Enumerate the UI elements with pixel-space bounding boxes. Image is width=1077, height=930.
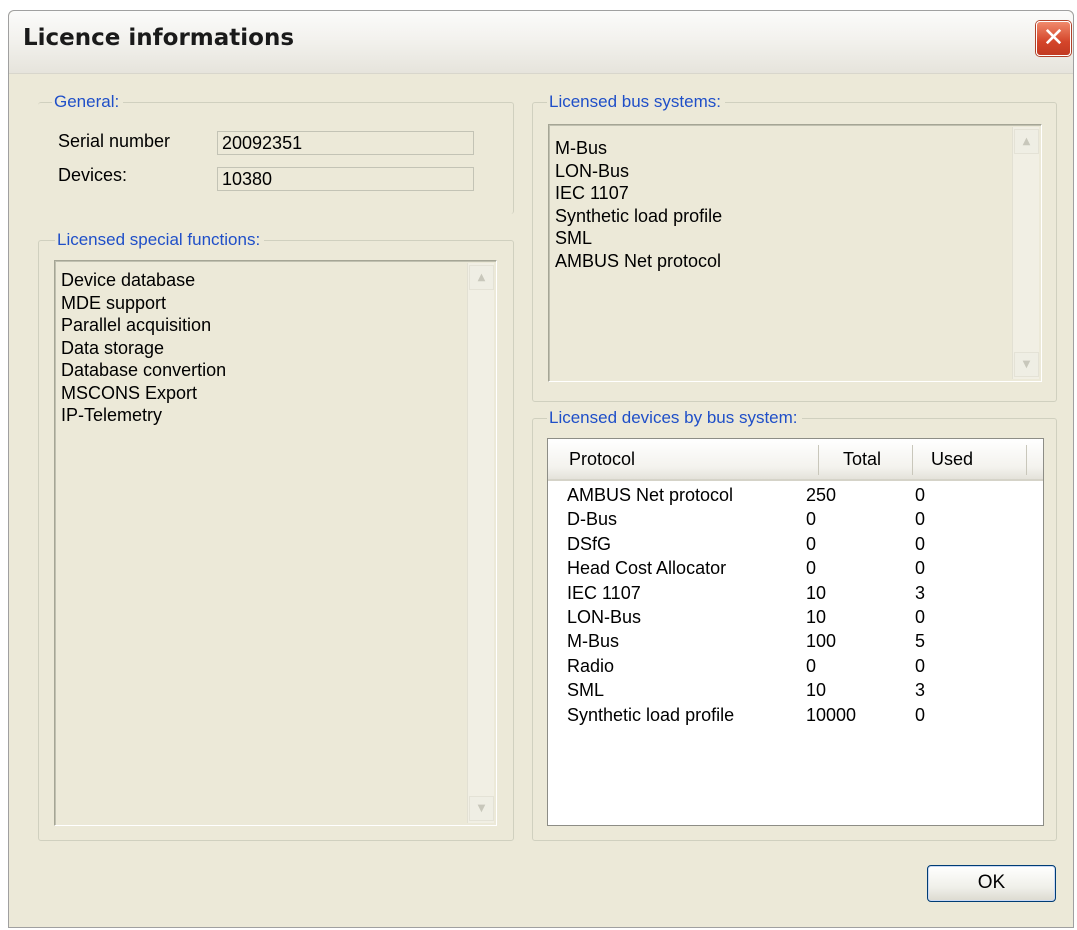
cell-total: 10000 (806, 704, 857, 725)
table-row[interactable]: AMBUS Net protocol 250 0 (548, 485, 1043, 509)
bus-system-item[interactable]: Synthetic load profile (555, 205, 722, 228)
cell-protocol: LON-Bus (567, 606, 642, 627)
special-functions-list[interactable]: Device database MDE support Parallel acqui… (54, 260, 497, 826)
bus-systems-scrollbar[interactable]: ▲ ▼ (1012, 127, 1039, 379)
cell-total: 0 (806, 558, 817, 579)
bus-system-item[interactable]: LON-Bus (555, 160, 722, 183)
bus-systems-label: Licensed bus systems: (547, 92, 725, 112)
cell-protocol: Synthetic load profile (567, 704, 735, 725)
cell-used: 0 (915, 655, 926, 676)
ok-button[interactable]: OK (927, 865, 1056, 902)
close-button[interactable]: ✕ (1036, 21, 1071, 56)
devices-label: Devices: (58, 165, 128, 185)
table-header: Protocol Total Used (548, 439, 1043, 481)
scroll-down-arrow-icon[interactable]: ▼ (469, 796, 494, 821)
special-function-item[interactable]: IP-Telemetry (61, 404, 226, 427)
special-function-item[interactable]: Data storage (61, 337, 226, 360)
special-function-item[interactable]: Parallel acquisition (61, 314, 226, 337)
table-row[interactable]: IEC 1107 10 3 (548, 583, 1043, 607)
bus-system-item[interactable]: IEC 1107 (555, 182, 722, 205)
table-row[interactable]: Synthetic load profile 10000 0 (548, 705, 1043, 729)
table-row[interactable]: Head Cost Allocator 0 0 (548, 558, 1043, 582)
bus-systems-list[interactable]: M-Bus LON-Bus IEC 1107 Synthetic load profi… (548, 124, 1042, 382)
table-row[interactable]: DSfG 0 0 (548, 534, 1043, 558)
column-header-total[interactable]: Total (843, 449, 881, 470)
table-row[interactable]: LON-Bus 10 0 (548, 607, 1043, 631)
special-function-item[interactable]: Device database (61, 269, 226, 292)
general-group: General: (38, 92, 514, 214)
dialog-title: Licence informations (23, 25, 295, 51)
scroll-up-arrow-icon[interactable]: ▲ (1014, 129, 1039, 154)
special-functions-scrollbar[interactable]: ▲ ▼ (467, 263, 494, 823)
cell-total: 0 (806, 533, 817, 554)
cell-total: 0 (806, 509, 817, 530)
cell-used: 3 (915, 680, 926, 701)
cell-used: 5 (915, 631, 926, 652)
devices-by-bus-label: Licensed devices by bus system: (547, 408, 802, 428)
cell-used: 0 (915, 533, 926, 554)
special-functions-label: Licensed special functions: (55, 230, 265, 250)
cell-used: 0 (915, 606, 926, 627)
cell-used: 0 (915, 704, 926, 725)
cell-total: 0 (806, 655, 817, 676)
cell-total: 10 (806, 680, 827, 701)
bus-system-item[interactable]: AMBUS Net protocol (555, 250, 722, 273)
bus-system-item[interactable]: SML (555, 227, 722, 250)
cell-protocol: AMBUS Net protocol (567, 485, 734, 505)
serial-number-label: Serial number (58, 131, 171, 151)
cell-protocol: Head Cost Allocator (567, 558, 727, 579)
title-bar[interactable]: Licence informations ✕ (9, 11, 1073, 74)
cell-protocol: M-Bus (567, 631, 620, 652)
special-function-item[interactable]: Database convertion (61, 359, 226, 382)
serial-number-field: 20092351 (217, 131, 474, 155)
devices-table[interactable]: Protocol Total Used AMBUS Net protocol 25… (547, 438, 1044, 826)
close-icon: ✕ (1042, 23, 1065, 53)
cell-total: 100 (806, 631, 837, 652)
table-row[interactable]: M-Bus 100 5 (548, 631, 1043, 655)
cell-protocol: D-Bus (567, 509, 618, 530)
table-row[interactable]: D-Bus 0 0 (548, 509, 1043, 533)
cell-total: 10 (806, 582, 827, 603)
column-header-protocol[interactable]: Protocol (569, 449, 635, 470)
column-separator[interactable] (818, 445, 819, 475)
cell-protocol: Radio (567, 655, 615, 676)
cell-protocol: DSfG (567, 533, 612, 554)
general-group-label: General: (52, 92, 124, 112)
column-separator[interactable] (1026, 445, 1027, 475)
scroll-up-arrow-icon[interactable]: ▲ (469, 265, 494, 290)
column-separator[interactable] (912, 445, 913, 475)
cell-total: 10 (806, 606, 827, 627)
bus-system-item[interactable]: M-Bus (555, 137, 722, 160)
cell-used: 0 (915, 485, 926, 505)
cell-used: 0 (915, 558, 926, 579)
cell-used: 0 (915, 509, 926, 530)
cell-used: 3 (915, 582, 926, 603)
table-row[interactable]: Radio 0 0 (548, 656, 1043, 680)
cell-protocol: IEC 1107 (567, 582, 641, 603)
cell-protocol: SML (567, 680, 605, 701)
devices-field: 10380 (217, 167, 474, 191)
special-function-item[interactable]: MDE support (61, 292, 226, 315)
column-header-used[interactable]: Used (931, 449, 973, 470)
cell-total: 250 (806, 485, 837, 505)
scroll-down-arrow-icon[interactable]: ▼ (1014, 352, 1039, 377)
special-function-item[interactable]: MSCONS Export (61, 382, 226, 405)
table-row[interactable]: SML 10 3 (548, 680, 1043, 704)
